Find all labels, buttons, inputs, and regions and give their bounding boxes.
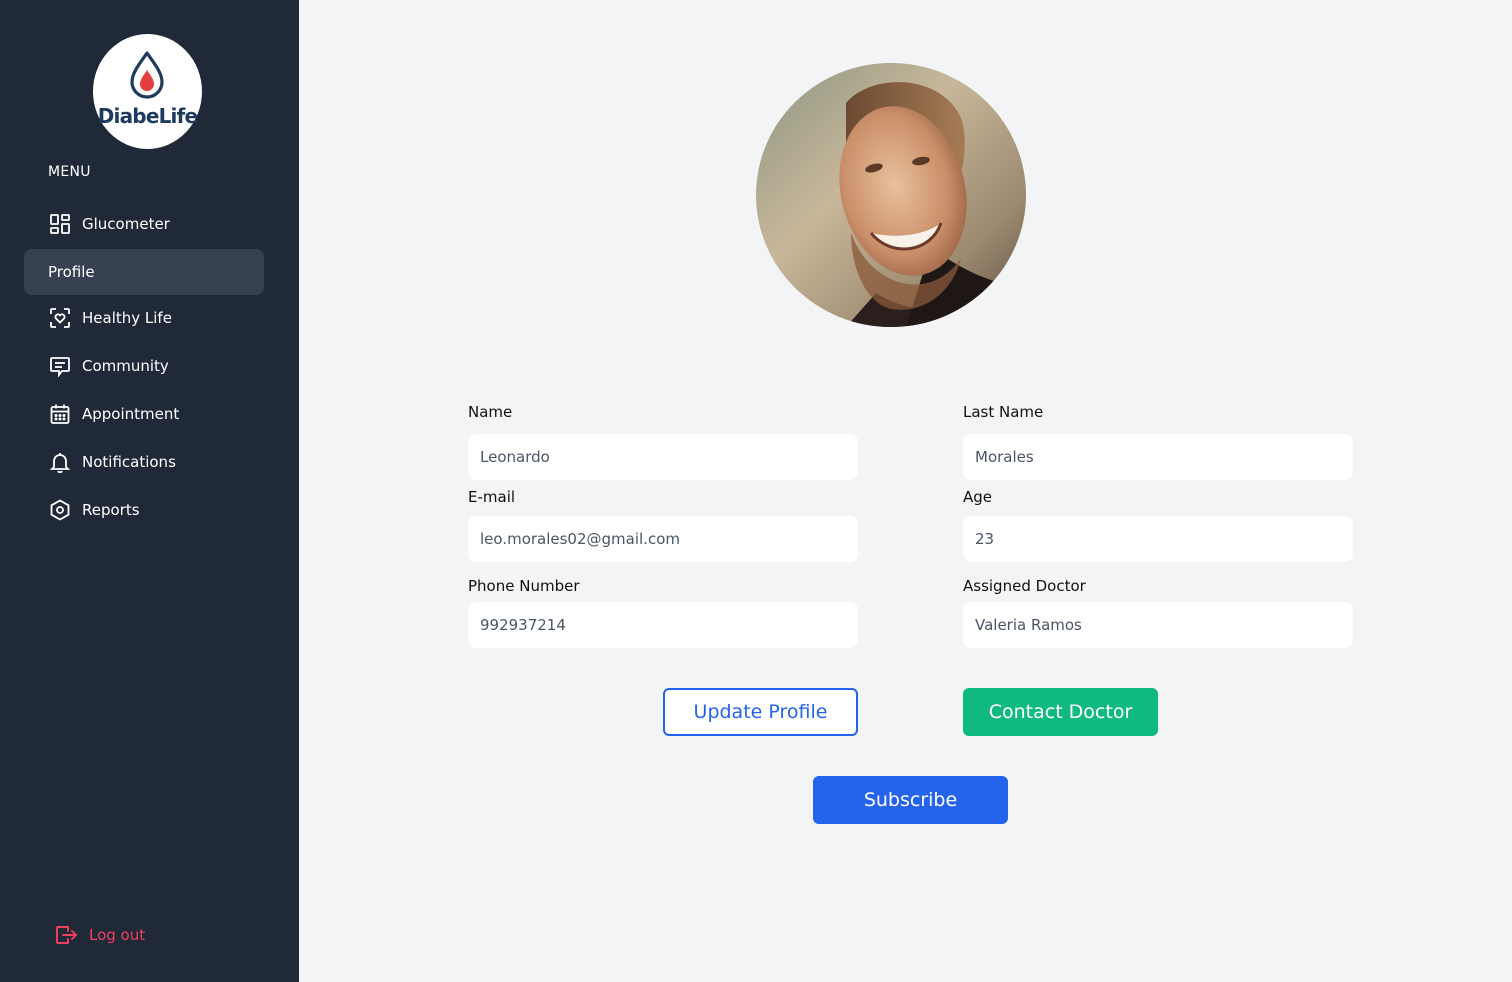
sidebar-item-label: Profile: [48, 263, 95, 281]
menu-heading: MENU: [48, 164, 91, 180]
sidebar-item-glucometer[interactable]: Glucometer: [24, 201, 264, 247]
sidebar-item-label: Community: [82, 357, 169, 375]
last-name-input[interactable]: [963, 434, 1353, 480]
chat-message-icon: [50, 357, 70, 377]
name-label: Name: [468, 403, 513, 421]
sidebar-item-notifications[interactable]: Notifications: [24, 439, 264, 485]
heart-scan-icon: [50, 308, 70, 328]
sidebar-item-community[interactable]: Community: [24, 343, 264, 389]
phone-label: Phone Number: [468, 577, 580, 595]
logout-icon: [56, 926, 77, 944]
logo-wordmark: DiabeLife: [97, 104, 198, 128]
sidebar: DiabeLife MENU Glucometer Profile Health…: [0, 0, 299, 982]
hexagon-settings-icon: [50, 499, 70, 521]
avatar-photo: [756, 63, 1026, 327]
age-input[interactable]: [963, 516, 1353, 562]
contact-doctor-button[interactable]: Contact Doctor: [963, 688, 1158, 736]
app-logo[interactable]: DiabeLife: [93, 34, 202, 149]
update-profile-button[interactable]: Update Profile: [663, 688, 858, 736]
assigned-doctor-label: Assigned Doctor: [963, 577, 1086, 595]
calendar-icon: [50, 404, 70, 424]
sidebar-item-appointment[interactable]: Appointment: [24, 391, 264, 437]
sidebar-item-label: Appointment: [82, 405, 180, 423]
name-input[interactable]: [468, 434, 858, 480]
sidebar-item-label: Healthy Life: [82, 309, 172, 327]
phone-input[interactable]: [468, 602, 858, 648]
dashboard-grid-icon: [50, 214, 70, 234]
sidebar-item-healthy-life[interactable]: Healthy Life: [24, 295, 264, 341]
sidebar-item-profile[interactable]: Profile: [24, 249, 264, 295]
sidebar-item-label: Glucometer: [82, 215, 170, 233]
email-input[interactable]: [468, 516, 858, 562]
sidebar-item-label: Reports: [82, 501, 140, 519]
age-label: Age: [963, 488, 993, 506]
logout-button[interactable]: Log out: [54, 922, 145, 948]
bell-icon: [49, 453, 71, 473]
sidebar-item-reports[interactable]: Reports: [24, 487, 264, 533]
subscribe-button[interactable]: Subscribe: [813, 776, 1008, 824]
blood-drop-icon: [130, 51, 164, 99]
logout-label: Log out: [89, 926, 146, 944]
sidebar-item-label: Notifications: [82, 453, 176, 471]
email-label: E-mail: [468, 488, 516, 506]
assigned-doctor-input[interactable]: [963, 602, 1353, 648]
last-name-label: Last Name: [963, 403, 1044, 421]
profile-avatar[interactable]: [756, 63, 1026, 327]
